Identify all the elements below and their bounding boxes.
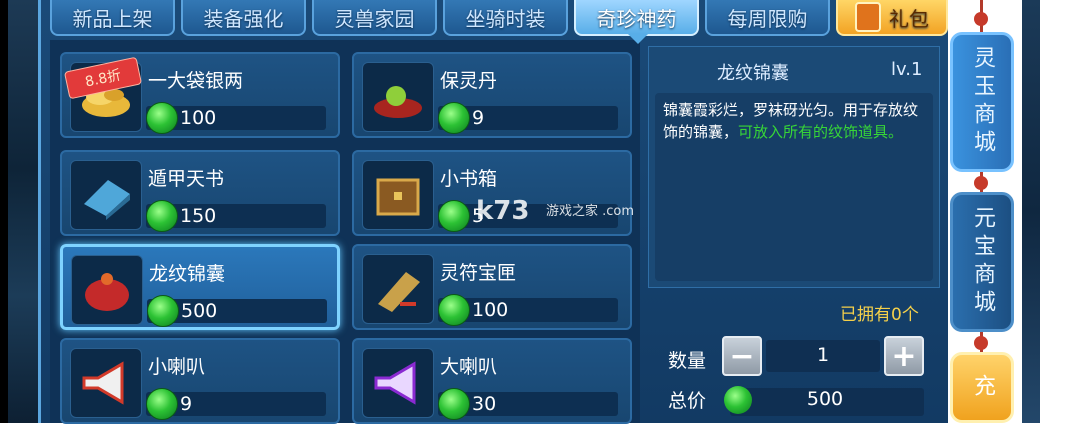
screen-bezel-left: [0, 0, 8, 423]
item-detail-panel: 龙纹锦囊 lv.1 锦囊霞彩烂，罗袜砑光匀。用于存放纹饰的锦囊，可放入所有的纹饰…: [648, 46, 940, 288]
rail-knot-icon: [974, 12, 988, 26]
shop-tabs: 新品上架 装备强化 灵兽家园 坐骑时装 奇珍神药 每周限购 礼包: [50, 0, 948, 44]
jade-shop-button[interactable]: 灵玉商城: [950, 32, 1014, 172]
item-card-longwen[interactable]: 龙纹锦囊 500: [60, 244, 340, 330]
watermark-sub: 游戏之家 .com: [546, 204, 635, 219]
tab-weekly-limit[interactable]: 每周限购: [705, 0, 830, 36]
item-price: 9: [180, 393, 193, 415]
item-name: 遁甲天书: [148, 168, 225, 190]
quantity-label: 数量: [668, 350, 707, 372]
jade-currency-icon: [438, 388, 470, 420]
item-card-big-horn[interactable]: 大喇叭 30: [352, 338, 632, 424]
item-card-lingfu[interactable]: 灵符宝匣 100: [352, 244, 632, 330]
detail-level: lv.1: [891, 59, 923, 80]
jade-currency-icon: [146, 200, 178, 232]
tab-mount-fashion[interactable]: 坐骑时装: [443, 0, 568, 36]
quantity-value: 1: [816, 344, 830, 366]
tab-gift-pack[interactable]: 礼包: [836, 0, 948, 36]
talisman-box-icon: [362, 254, 434, 324]
quantity-plus-button[interactable]: +: [884, 336, 924, 376]
tab-equip-enhance[interactable]: 装备强化: [181, 0, 306, 36]
item-name: 小书箱: [440, 168, 498, 190]
screen-bezel-right: [1040, 0, 1080, 423]
recharge-button[interactable]: 充: [950, 352, 1014, 423]
rail-knot-icon: [974, 176, 988, 190]
jade-currency-icon: [724, 386, 752, 414]
big-horn-icon: [362, 348, 434, 418]
jade-currency-icon: [147, 295, 179, 327]
jade-currency-icon: [438, 294, 470, 326]
item-name: 龙纹锦囊: [149, 263, 226, 285]
rail-knot-icon: [974, 336, 988, 350]
item-card-dunjia[interactable]: 遁甲天书 150: [60, 150, 340, 236]
quantity-minus-button[interactable]: −: [722, 336, 762, 376]
detail-title: 龙纹锦囊: [717, 63, 789, 84]
item-name: 灵符宝匣: [440, 262, 517, 284]
item-card-silver[interactable]: 8.8折 一大袋银两 100: [60, 52, 340, 138]
game-background-left: [8, 0, 38, 423]
total-price-value: 500: [806, 388, 844, 410]
jade-currency-icon: [438, 200, 470, 232]
gift-tab-label: 礼包: [889, 6, 929, 31]
yuanbao-shop-button[interactable]: 元宝商城: [950, 192, 1014, 332]
small-horn-icon: [70, 348, 142, 418]
item-price: 30: [472, 393, 497, 415]
red-pouch-icon: [71, 255, 143, 325]
item-name: 小喇叭: [148, 356, 206, 378]
tab-spirit-beast[interactable]: 灵兽家园: [312, 0, 437, 36]
detail-description: 锦囊霞彩烂，罗袜砑光匀。用于存放纹饰的锦囊，可放入所有的纹饰道具。: [663, 99, 931, 143]
item-price: 100: [472, 299, 509, 321]
item-name: 保灵丹: [440, 70, 498, 92]
item-price: 100: [180, 107, 217, 129]
item-price: 150: [180, 205, 217, 227]
book-chest-icon: [362, 160, 434, 230]
blue-book-icon: [70, 160, 142, 230]
item-name: 大喇叭: [440, 356, 498, 378]
total-price-label: 总价: [668, 390, 707, 412]
item-price: 9: [472, 107, 485, 129]
description-highlight: 可放入所有的纹饰道具。: [738, 123, 904, 141]
jade-currency-icon: [146, 102, 178, 134]
item-price: 500: [181, 300, 218, 322]
item-card-baoling[interactable]: 保灵丹 9: [352, 52, 632, 138]
item-card-small-horn[interactable]: 小喇叭 9: [60, 338, 340, 424]
item-name: 一大袋银两: [148, 70, 244, 92]
owned-count: 已拥有0个: [840, 305, 919, 325]
tab-new-items[interactable]: 新品上架: [50, 0, 175, 36]
jade-currency-icon: [438, 102, 470, 134]
gift-box-icon: [855, 2, 881, 32]
elixir-pill-icon: [362, 62, 434, 132]
watermark-logo: k73: [476, 196, 530, 226]
tab-rare-medicine[interactable]: 奇珍神药: [574, 0, 699, 44]
jade-currency-icon: [146, 388, 178, 420]
